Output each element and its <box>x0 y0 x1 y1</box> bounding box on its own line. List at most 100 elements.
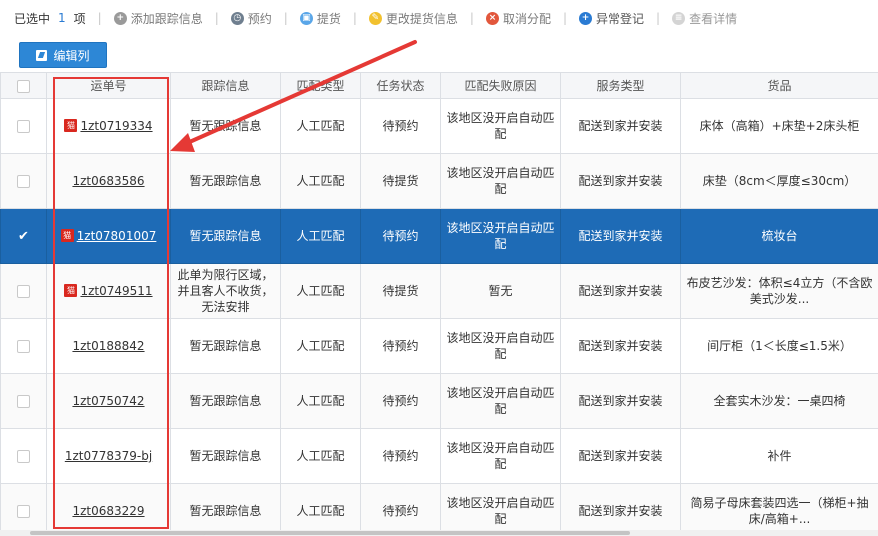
row-checkbox[interactable] <box>17 175 30 188</box>
fail-reason-cell: 该地区没开启自动匹配 <box>440 318 561 374</box>
add-circle-icon: + <box>113 11 127 25</box>
waybill-cell: 1zt0778379-bj <box>46 428 171 484</box>
status-cell: 待预约 <box>360 318 441 374</box>
pickup-button[interactable]: ▣ 提货 <box>299 10 341 27</box>
table-header-row: 运单号 跟踪信息 匹配类型 任务状态 匹配失败原因 服务类型 货品 <box>0 72 878 99</box>
pickup-icon: ▣ <box>299 11 313 25</box>
row-checkbox-cell[interactable] <box>0 373 47 429</box>
table-row[interactable]: 1zt0778379-bj 暂无跟踪信息 人工匹配 待预约 该地区没开启自动匹配… <box>0 428 878 484</box>
table-row[interactable]: 1zt0683586 暂无跟踪信息 人工匹配 待提货 该地区没开启自动匹配 配送… <box>0 153 878 209</box>
row-checkbox-cell[interactable] <box>0 263 47 319</box>
waybill-cell: 猫 1zt0719334 <box>46 98 171 154</box>
service-cell: 配送到家并安装 <box>560 98 681 154</box>
waybill-link[interactable]: 1zt07801007 <box>77 229 157 243</box>
view-detail-button[interactable]: ≡ 查看详情 <box>672 10 737 27</box>
row-checkbox[interactable] <box>17 505 30 518</box>
status-cell: 待预约 <box>360 483 441 536</box>
table-row[interactable]: 猫 1zt0719334 暂无跟踪信息 人工匹配 待预约 该地区没开启自动匹配 配… <box>0 98 878 154</box>
service-cell: 配送到家并安装 <box>560 208 681 264</box>
row-checkbox-cell[interactable] <box>0 428 47 484</box>
row-checkbox[interactable] <box>17 120 30 133</box>
waybill-link[interactable]: 1zt0188842 <box>72 339 144 353</box>
waybill-link[interactable]: 1zt0778379-bj <box>65 449 152 463</box>
goods-cell: 布皮艺沙发：体积≤4立方（不含欧美式沙发... <box>680 263 878 319</box>
horizontal-scrollbar[interactable] <box>0 530 878 536</box>
goods-cell: 补件 <box>680 428 878 484</box>
header-goods[interactable]: 货品 <box>680 72 878 99</box>
row-checkbox[interactable] <box>17 450 30 463</box>
service-cell: 配送到家并安装 <box>560 263 681 319</box>
tracking-cell: 暂无跟踪信息 <box>170 208 281 264</box>
header-match-type[interactable]: 匹配类型 <box>280 72 361 99</box>
selected-unit: 项 <box>73 11 86 26</box>
table-row[interactable]: 1zt0683229 暂无跟踪信息 人工匹配 待预约 该地区没开启自动匹配 配送… <box>0 483 878 536</box>
status-cell: 待预约 <box>360 373 441 429</box>
waybill-cell: 1zt0750742 <box>46 373 171 429</box>
service-cell: 配送到家并安装 <box>560 153 681 209</box>
row-checkbox-cell[interactable] <box>0 153 47 209</box>
select-all-cell[interactable] <box>0 72 47 99</box>
waybill-link[interactable]: 1zt0749511 <box>80 284 152 298</box>
toolbar-divider: | <box>283 11 288 25</box>
edit-columns-button[interactable]: 编辑列 <box>19 42 107 68</box>
tracking-cell: 暂无跟踪信息 <box>170 318 281 374</box>
header-waybill[interactable]: 运单号 <box>46 72 171 99</box>
toolbar-divider: | <box>562 11 568 25</box>
waybill-table: 运单号 跟踪信息 匹配类型 任务状态 匹配失败原因 服务类型 货品 猫 1zt07… <box>0 72 878 536</box>
tracking-cell: 暂无跟踪信息 <box>170 153 281 209</box>
fail-reason-cell: 该地区没开启自动匹配 <box>440 153 561 209</box>
edit-icon: ✎ <box>368 11 382 25</box>
checkmark-icon[interactable]: ✔ <box>18 229 29 245</box>
cancel-assignment-button[interactable]: × 取消分配 <box>485 10 551 27</box>
row-checkbox[interactable] <box>17 395 30 408</box>
table-row[interactable]: 猫 1zt0749511 此单为限行区域，并且客人不收货，无法安排 人工匹配 待提… <box>0 263 878 319</box>
row-checkbox-cell[interactable] <box>0 483 47 536</box>
fail-reason-cell: 该地区没开启自动匹配 <box>440 373 561 429</box>
view-detail-label: 查看详情 <box>689 11 738 26</box>
edit-columns-label: 编辑列 <box>53 48 90 63</box>
fail-reason-cell: 该地区没开启自动匹配 <box>440 208 561 264</box>
toolbar-divider: | <box>469 11 474 25</box>
tmall-badge-icon: 猫 <box>64 119 78 132</box>
status-cell: 待提货 <box>360 153 441 209</box>
goods-cell: 梳妆台 <box>680 208 878 264</box>
exception-register-button[interactable]: + 异常登记 <box>579 10 644 27</box>
match-type-cell: 人工匹配 <box>280 98 361 154</box>
match-type-cell: 人工匹配 <box>280 373 361 429</box>
goods-cell: 床垫（8cm＜厚度≤30cm） <box>680 153 878 209</box>
change-pickup-info-button[interactable]: ✎ 更改提货信息 <box>368 10 458 27</box>
waybill-cell: 1zt0683229 <box>46 483 171 536</box>
row-checkbox-cell[interactable]: ✔ <box>0 208 47 264</box>
match-type-cell: 人工匹配 <box>280 263 361 319</box>
header-tracking[interactable]: 跟踪信息 <box>170 72 281 99</box>
reserve-button[interactable]: ◷ 预约 <box>230 10 272 27</box>
waybill-link[interactable]: 1zt0750742 <box>72 394 144 408</box>
fail-reason-cell: 暂无 <box>440 263 561 319</box>
service-cell: 配送到家并安装 <box>560 318 681 374</box>
service-cell: 配送到家并安装 <box>560 483 681 536</box>
scrollbar-thumb[interactable] <box>30 531 630 535</box>
row-checkbox[interactable] <box>17 285 30 298</box>
add-tracking-button[interactable]: + 添加跟踪信息 <box>113 10 203 27</box>
header-task-status[interactable]: 任务状态 <box>360 72 441 99</box>
table-row-selected[interactable]: ✔ 猫 1zt07801007 暂无跟踪信息 人工匹配 待预约 该地区没开启自动匹… <box>0 208 878 264</box>
toolbar-divider: | <box>97 11 102 25</box>
reserve-label: 预约 <box>247 11 272 26</box>
service-cell: 配送到家并安装 <box>560 428 681 484</box>
tmall-badge-icon: 猫 <box>64 284 78 297</box>
selected-count: 1 <box>58 11 66 25</box>
table-row[interactable]: 1zt0188842 暂无跟踪信息 人工匹配 待预约 该地区没开启自动匹配 配送… <box>0 318 878 374</box>
row-checkbox-cell[interactable] <box>0 98 47 154</box>
row-checkbox-cell[interactable] <box>0 318 47 374</box>
change-pickup-info-label: 更改提货信息 <box>385 11 458 26</box>
header-service-type[interactable]: 服务类型 <box>560 72 681 99</box>
select-all-checkbox[interactable] <box>17 79 30 93</box>
header-fail-reason[interactable]: 匹配失败原因 <box>440 72 561 99</box>
row-checkbox[interactable] <box>17 340 30 353</box>
waybill-link[interactable]: 1zt0719334 <box>80 119 152 133</box>
waybill-link[interactable]: 1zt0683586 <box>72 174 144 188</box>
service-cell: 配送到家并安装 <box>560 373 681 429</box>
waybill-link[interactable]: 1zt0683229 <box>72 504 144 518</box>
table-row[interactable]: 1zt0750742 暂无跟踪信息 人工匹配 待预约 该地区没开启自动匹配 配送… <box>0 373 878 429</box>
goods-cell: 间厅柜（1＜长度≤1.5米） <box>680 318 878 374</box>
